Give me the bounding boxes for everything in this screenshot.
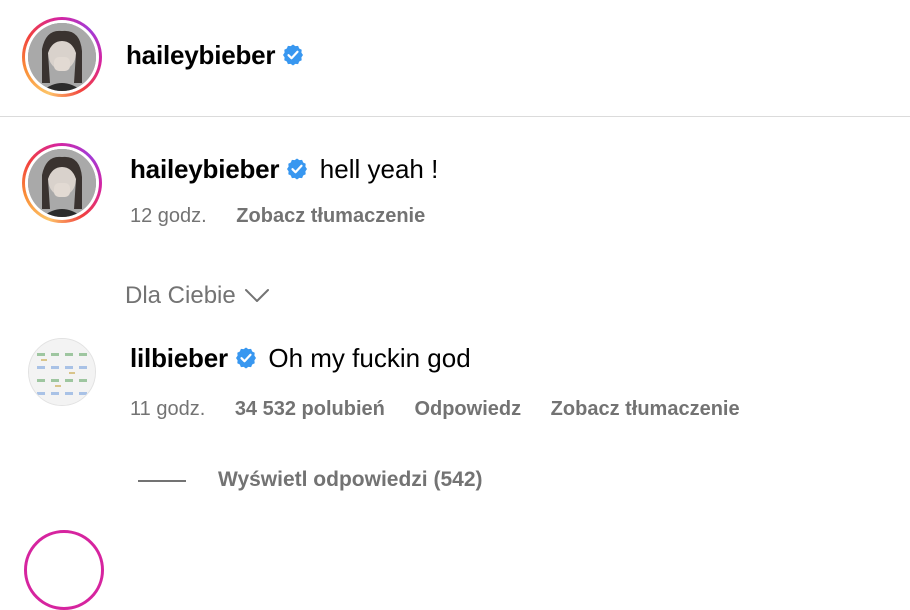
comment-time[interactable]: 11 godz. [130,398,205,420]
verified-badge-icon [235,347,256,369]
comment-meta: 12 godz. Zobacz tłumaczenie [130,205,425,228]
author-avatar[interactable] [22,17,102,97]
comment-line: lilbieber Oh my fuckin god [130,343,471,374]
comment-meta: 11 godz. 34 532 polubień Odpowiedz Zobac… [130,398,740,421]
likes-count-button[interactable]: 34 532 polubień [235,398,385,420]
header-username[interactable]: haileybieber [126,40,276,70]
next-comment-avatar[interactable] [24,530,104,610]
post-header: haileybieber [0,0,910,116]
see-translation-button[interactable]: Zobacz tłumaczenie [551,398,740,420]
verified-badge-icon [283,44,304,66]
header-divider [0,116,910,117]
view-replies-button[interactable]: Wyświetl odpowiedzi (542) [218,468,483,492]
header-username-wrap: haileybieber [126,40,305,71]
comment-avatar[interactable] [28,338,96,406]
sort-filter-label: Dla Ciebie [125,282,236,309]
comment-line: haileybieber hell yeah ! [130,154,438,185]
sort-filter-button[interactable]: Dla Ciebie [125,282,270,310]
comment-avatar[interactable] [22,143,102,223]
comment-text: Oh my fuckin god [268,343,471,373]
chevron-down-icon [244,289,269,302]
comment-time[interactable]: 12 godz. [130,205,207,227]
verified-badge-icon [287,158,308,180]
comment-text: hell yeah ! [319,154,439,184]
reply-button[interactable]: Odpowiedz [414,398,521,420]
comment-username[interactable]: lilbieber [130,343,228,373]
see-translation-button[interactable]: Zobacz tłumaczenie [236,205,425,227]
replies-divider-line [138,480,186,482]
comment-username[interactable]: haileybieber [130,154,280,184]
